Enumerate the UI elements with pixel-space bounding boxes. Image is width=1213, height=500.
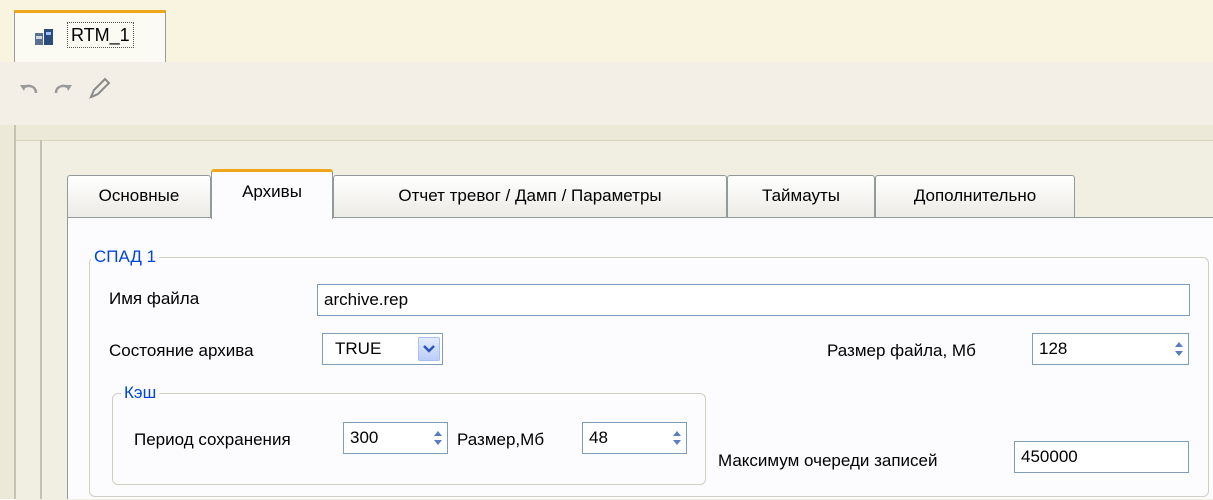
redo-icon[interactable] [50, 76, 76, 102]
tab-osnovnye[interactable]: Основные [67, 175, 211, 217]
tab-additional[interactable]: Дополнительно [875, 175, 1075, 217]
tab-timeouts[interactable]: Таймауты [727, 175, 875, 217]
file-name-label: Имя файла [109, 289, 200, 308]
archives-panel: СПАД 1 Имя файла archive.rep Состояние а… [67, 217, 1213, 499]
combo-dropdown-button[interactable] [418, 337, 440, 361]
save-period-value: 300 [350, 428, 379, 447]
cache-size-value: 48 [589, 428, 608, 447]
cache-size-label: Размер,Мб [457, 430, 545, 449]
max-queue-label: Максимум очереди записей [718, 451, 938, 470]
document-tab-rtm1[interactable]: RTM_1 [14, 10, 166, 62]
archive-state-combo[interactable]: TRUE [322, 333, 443, 365]
file-name-input[interactable]: archive.rep [317, 284, 1190, 316]
toolbar [0, 62, 1213, 125]
cache-group-legend: Кэш [121, 383, 160, 403]
spad-group-legend: СПАД 1 [91, 247, 160, 267]
file-size-value: 128 [1039, 339, 1068, 358]
undo-icon[interactable] [16, 76, 42, 102]
archive-state-label: Состояние архива [109, 341, 254, 360]
document-tab-strip [0, 0, 1213, 63]
file-size-label: Размер файла, Мб [827, 341, 976, 360]
edit-pen-icon[interactable] [86, 76, 112, 102]
rtm-app-icon [35, 29, 53, 45]
spin-updown-icon[interactable] [1172, 338, 1186, 360]
max-queue-input[interactable]: 450000 [1014, 441, 1189, 473]
cache-size-spinner[interactable]: 48 [582, 422, 687, 454]
archive-state-value: TRUE [335, 339, 382, 358]
spin-updown-icon[interactable] [431, 427, 445, 449]
tab-archives[interactable]: Архивы [211, 169, 333, 219]
file-size-spinner[interactable]: 128 [1032, 333, 1189, 365]
frame-divider [40, 140, 42, 499]
save-period-spinner[interactable]: 300 [343, 422, 448, 454]
save-period-label: Период сохранения [134, 430, 291, 449]
spin-updown-icon[interactable] [670, 427, 684, 449]
tab-alarm-report[interactable]: Отчет тревог / Дамп / Параметры [333, 175, 727, 217]
document-tab-title: RTM_1 [67, 22, 134, 48]
chevron-down-icon [423, 345, 435, 353]
